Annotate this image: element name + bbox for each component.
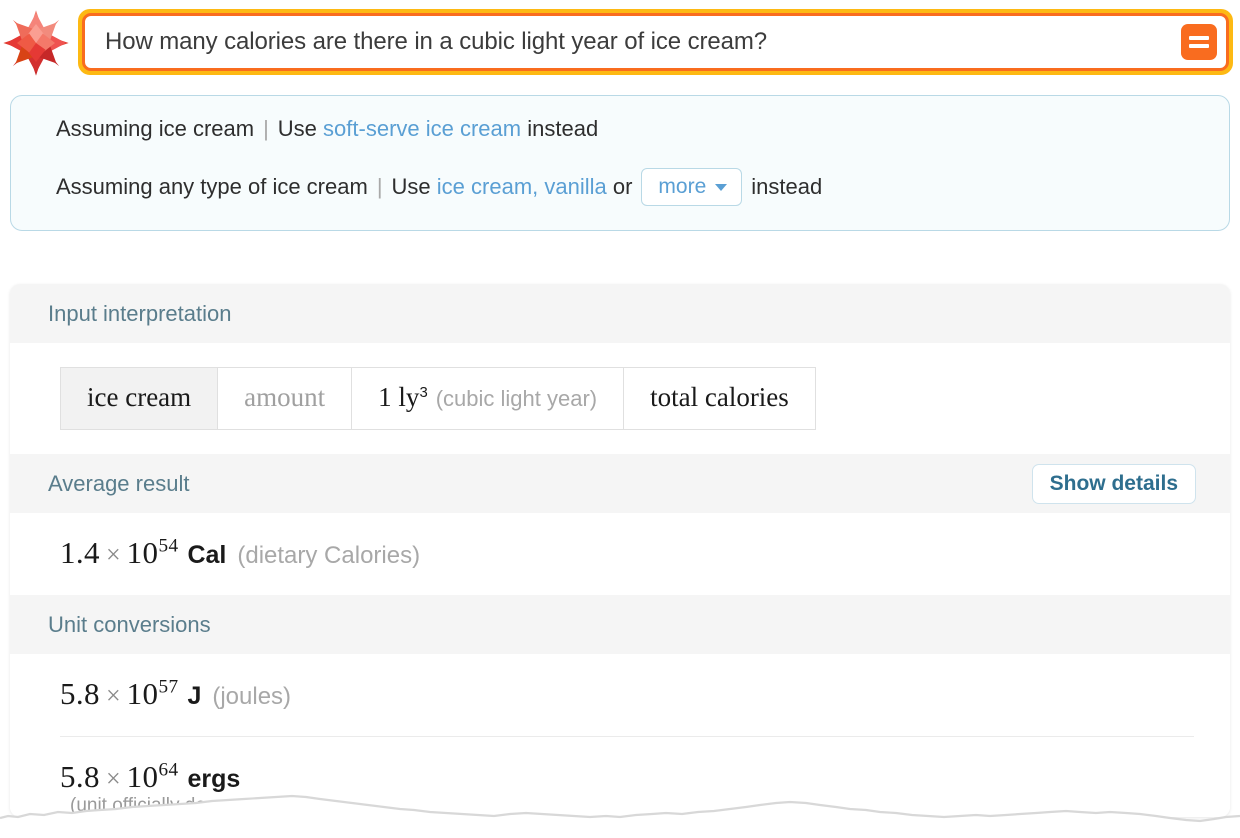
assumption-row-2: Assuming any type of ice cream | Use ice… xyxy=(11,168,1229,206)
result-unit: J xyxy=(187,682,202,710)
pod-body-average-result: 1.4 × 1054 Cal (dietary Calories) xyxy=(10,513,1230,595)
cell-text: total calories xyxy=(650,382,789,412)
pod-title: Unit conversions xyxy=(48,612,211,637)
result-base: 1064 xyxy=(127,759,179,795)
assumption-prefix: Assuming ice cream xyxy=(56,116,255,141)
assumption-prefix: Assuming any type of ice cream xyxy=(56,174,368,199)
equals-submit-button[interactable] xyxy=(1181,24,1217,60)
result-exponent: 64 xyxy=(158,759,179,781)
cell-property: amount xyxy=(217,367,353,430)
assumption-alternative-link[interactable]: soft-serve ice cream xyxy=(323,118,521,140)
pod-header-average-result: Average result Show details xyxy=(10,454,1230,513)
pod-header-input-interpretation: Input interpretation xyxy=(10,284,1230,343)
pod-title: Input interpretation xyxy=(48,301,232,326)
cell-text: ice cream xyxy=(87,382,192,412)
cell-note: (cubic light year) xyxy=(435,386,598,411)
search-box-frame xyxy=(78,9,1233,75)
unit-conversion-row-joules: 5.8 × 1057 J (joules) xyxy=(10,654,1230,736)
table-row: ice cream amount 1 ly3 (cubic light year)… xyxy=(59,367,816,430)
assumption-suffix: instead xyxy=(751,174,823,199)
cell-subject: ice cream xyxy=(59,367,219,430)
result-base: 1054 xyxy=(127,535,179,571)
assumption-row-1: Assuming ice cream | Use soft-serve ice … xyxy=(11,118,1229,140)
result-note: (joules) xyxy=(212,683,292,710)
assumptions-panel: Assuming ice cream | Use soft-serve ice … xyxy=(10,95,1230,231)
equals-icon-bar-top xyxy=(1189,36,1209,40)
assumption-separator: | xyxy=(263,116,269,141)
results-pod: Input interpretation ice cream amount 1 … xyxy=(10,284,1230,817)
assumption-alternative-link[interactable]: ice cream, vanilla xyxy=(437,176,607,198)
result-base-digits: 10 xyxy=(126,759,159,794)
pod-title: Average result xyxy=(48,471,190,496)
result-base-digits: 10 xyxy=(126,535,159,570)
search-box-inner xyxy=(82,13,1229,71)
multiplication-sign: × xyxy=(105,764,121,793)
result-subnote: (unit officially deprecated) xyxy=(70,795,287,816)
cell-measure: total calories xyxy=(623,367,816,430)
result-exponent: 54 xyxy=(158,535,179,557)
input-interpretation-table: ice cream amount 1 ly3 (cubic light year)… xyxy=(59,367,816,430)
chevron-down-icon xyxy=(715,184,728,191)
assumption-use-label: Use xyxy=(277,116,317,141)
cell-quantity: 1 ly3 (cubic light year) xyxy=(351,367,625,430)
multiplication-sign: × xyxy=(105,681,121,710)
pod-body-input-interpretation: ice cream amount 1 ly3 (cubic light year)… xyxy=(10,343,1230,454)
search-bar-row xyxy=(0,0,1240,84)
result-mantissa: 1.4 xyxy=(60,535,100,570)
more-label: more xyxy=(658,175,707,198)
assumption-separator: | xyxy=(376,174,383,199)
wolfram-spikey-logo[interactable] xyxy=(2,9,70,77)
assumption-conjunction: or xyxy=(612,174,633,199)
result-exponent: 57 xyxy=(158,676,179,698)
result-note: (dietary Calories) xyxy=(237,542,421,569)
search-input[interactable] xyxy=(85,20,1181,64)
assumption-use-label: Use xyxy=(391,174,431,199)
result-base-digits: 10 xyxy=(126,676,159,711)
result-unit: ergs xyxy=(187,765,241,793)
result-unit: Cal xyxy=(187,541,227,569)
cell-quantity-value: 1 ly3 xyxy=(378,382,428,412)
cell-text: 1 ly xyxy=(378,382,420,412)
cell-exponent: 3 xyxy=(419,385,428,401)
assumption-suffix: instead xyxy=(527,116,599,141)
multiplication-sign: × xyxy=(105,540,121,569)
pod-header-unit-conversions: Unit conversions xyxy=(10,595,1230,654)
result-mantissa: 5.8 xyxy=(60,676,100,711)
show-details-button[interactable]: Show details xyxy=(1031,463,1196,504)
result-mantissa: 5.8 xyxy=(60,759,100,794)
equals-icon-bar-bottom xyxy=(1189,44,1209,48)
more-assumptions-dropdown[interactable]: more xyxy=(641,168,743,206)
pod-body-unit-conversions: 5.8 × 1057 J (joules) 5.8 × 1064 ergs (u… xyxy=(10,654,1230,817)
cell-text: amount xyxy=(244,382,326,412)
average-result-value-row: 1.4 × 1054 Cal (dietary Calories) xyxy=(10,513,1230,595)
result-base: 1057 xyxy=(127,676,179,712)
wolframalpha-result-page: Assuming ice cream | Use soft-serve ice … xyxy=(0,0,1240,838)
